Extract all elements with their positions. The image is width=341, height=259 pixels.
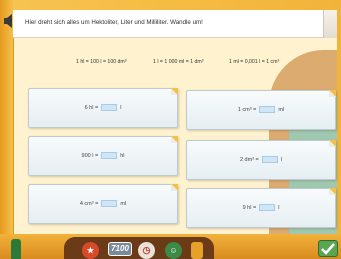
- exercise-card: 1 cm³ = ml: [186, 90, 336, 130]
- clock-icon[interactable]: ◷: [138, 242, 155, 259]
- exercise-prompt: 1 cm³ =: [237, 106, 257, 113]
- exercise-card: 2 dm³ = l: [186, 140, 336, 180]
- instruction-text: Hier dreht sich alles um Hektoliter, Lit…: [13, 10, 323, 38]
- formula-hectoliter: 1 hl = 100 l = 100 dm³: [76, 59, 127, 65]
- card-corner: [171, 88, 178, 95]
- card-corner: [171, 184, 178, 191]
- exercise-unit: l: [280, 156, 283, 163]
- exercise-prompt: 2 dm³ =: [239, 156, 259, 163]
- exercise-unit: l: [120, 104, 122, 111]
- formula-row: 1 hl = 100 l = 100 dm³ 1 l = 1 000 ml = …: [13, 59, 337, 71]
- answer-input[interactable]: [101, 104, 118, 111]
- check-button[interactable]: [318, 240, 338, 257]
- exercise-unit: ml: [278, 106, 285, 113]
- card-corner: [329, 188, 336, 195]
- character-icon[interactable]: ☺: [165, 242, 182, 259]
- answer-input[interactable]: [101, 200, 118, 207]
- exercise-prompt: 900 l =: [81, 152, 99, 159]
- exercise-prompt: 9 hl =: [242, 204, 257, 211]
- exercise-card: 6 hl = l: [28, 88, 178, 128]
- answer-input[interactable]: [259, 106, 276, 113]
- formula-liter: 1 l = 1 000 ml = 1 dm³: [153, 59, 204, 65]
- timer-display: 7100: [108, 242, 132, 256]
- exercise-card: 9 hl = l: [186, 188, 336, 228]
- answer-input[interactable]: [259, 204, 276, 211]
- card-corner: [171, 136, 178, 143]
- exercise-unit: hl: [120, 152, 125, 159]
- checkmark-icon: [321, 243, 335, 255]
- exercise-unit: l: [278, 204, 280, 211]
- exercise-card: 900 l = hl: [28, 136, 178, 176]
- bottle-icon[interactable]: [11, 239, 21, 259]
- card-corner: [329, 140, 336, 147]
- star-icon[interactable]: ★: [82, 242, 99, 259]
- exercise-card: 4 cm³ = ml: [28, 184, 178, 224]
- left-sidebar: [0, 0, 13, 259]
- answer-input[interactable]: [101, 152, 118, 159]
- exercise-unit: ml: [120, 200, 127, 207]
- book-icon[interactable]: [191, 242, 203, 259]
- header-corner: [323, 10, 337, 38]
- card-corner: [329, 90, 336, 97]
- exercise-prompt: 4 cm³ =: [79, 200, 99, 207]
- answer-input[interactable]: [261, 156, 278, 163]
- exercise-prompt: 6 hl =: [84, 104, 99, 111]
- formula-milliliter: 1 ml = 0,001 l = 1 cm³: [229, 59, 280, 65]
